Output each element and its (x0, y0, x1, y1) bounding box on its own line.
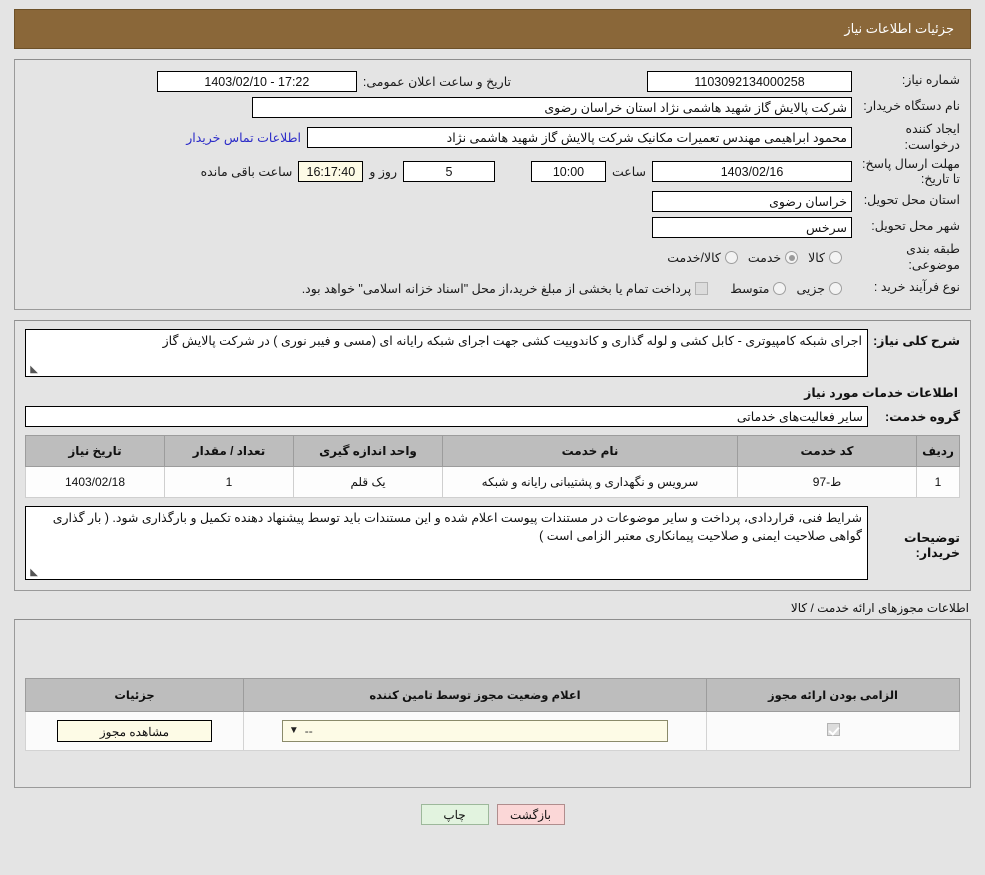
announce-label: تاریخ و ساعت اعلان عمومی: (362, 74, 511, 89)
col-permit-required: الزامی بودن ارائه مجوز (706, 678, 960, 713)
permits-header-row: الزامی بودن ارائه مجوز اعلام وضعیت مجوز … (25, 678, 960, 713)
cell-qty: 1 (164, 466, 294, 499)
window-title-bar: جزئیات اطلاعات نیاز (14, 9, 971, 49)
deadline-date-value: 1403/02/16 (652, 161, 852, 183)
resize-grip-icon[interactable]: ◣ (28, 365, 38, 375)
items-table: ردیف کد خدمت نام خدمت واحد اندازه گیری ت… (25, 435, 960, 499)
col-qty: تعداد / مقدار (164, 435, 294, 468)
buyer-org-value: شرکت پالایش گاز شهید هاشمی نژاد استان خر… (252, 96, 852, 118)
resize-grip-icon-notes[interactable]: ◣ (28, 568, 38, 578)
buyer-notes-value: شرایط فنی، قراردادی، پرداخت و سایر موضوع… (25, 506, 868, 581)
col-radif: ردیف (916, 435, 960, 468)
remaining-label: ساعت باقی مانده (200, 165, 293, 180)
radio-icon-kala-khedmat[interactable] (724, 251, 738, 265)
permit-status-select[interactable]: ▼ -- (281, 720, 669, 743)
row-city: شهر محل تحویل: سرخس (25, 216, 960, 238)
category-label: طبقه بندی موضوعی: (906, 242, 960, 272)
col-permit-details: جزئیات (25, 678, 244, 713)
cell-service-code: ط-97 (737, 466, 917, 499)
treasury-note-text: پرداخت تمام یا بخشی از مبلغ خرید،از محل … (301, 281, 692, 296)
buyer-org-label: نام دستگاه خریدار: (863, 99, 960, 114)
cell-unit: یک قلم (293, 466, 443, 499)
province-label: استان محل تحویل: (863, 193, 960, 208)
description-text: اجرای شبکه کامپیوتری - کابل کشی و لوله گ… (162, 334, 862, 349)
city-label: شهر محل تحویل: (871, 219, 960, 234)
cell-service-name: سرویس و نگهداری و پشتیبانی رایانه و شبکه (442, 466, 738, 499)
buyer-contact-link[interactable]: اطلاعات تماس خریدار (186, 130, 307, 145)
row-buyer-org: نام دستگاه خریدار: شرکت پالایش گاز شهید … (25, 96, 960, 118)
row-province: استان محل تحویل: خراسان رضوی (25, 190, 960, 212)
days-remaining-value: 5 (402, 161, 495, 183)
col-service-code: کد خدمت (737, 435, 917, 468)
col-permit-status: اعلام وضعیت مجوز توسط تامین کننده (243, 678, 707, 713)
view-permit-button[interactable]: مشاهده مجوز (57, 720, 212, 743)
process-label: نوع فرآیند خرید : (873, 280, 960, 295)
need-info-panel: شماره نیاز: 1103092134000258 تاریخ و ساع… (14, 59, 971, 311)
radio-icon-jozii[interactable] (829, 281, 842, 295)
row-need-number: شماره نیاز: 1103092134000258 تاریخ و ساع… (25, 70, 960, 92)
requester-value: محمود ابراهیمی مهندس تعمیرات مکانیک شرکت… (307, 127, 852, 149)
deadline-label: مهلت ارسال پاسخ: تا تاریخ: (862, 157, 960, 186)
chevron-down-icon: ▼ (288, 725, 299, 737)
description-value: اجرای شبکه کامپیوتری - کابل کشی و لوله گ… (25, 329, 868, 378)
description-label: شرح کلی نیاز: (873, 334, 960, 349)
footer-buttons: بازگشت چاپ (0, 804, 985, 826)
radio-label-motevasset: متوسط (730, 281, 770, 296)
table-row: 1 ط-97 سرویس و نگهداری و پشتیبانی رایانه… (25, 466, 960, 499)
print-button[interactable]: چاپ (420, 804, 489, 826)
radio-process-jozii[interactable]: جزیی (796, 281, 842, 296)
back-button[interactable]: بازگشت (496, 804, 565, 826)
radio-label-khedmat: خدمت (747, 251, 782, 266)
radio-icon-kala[interactable] (829, 251, 842, 265)
page-title: جزئیات اطلاعات نیاز (844, 21, 954, 36)
radio-label-jozii: جزیی (796, 281, 825, 296)
col-service-name: نام خدمت (442, 435, 738, 468)
radio-icon-khedmat[interactable] (785, 251, 799, 265)
description-panel: شرح کلی نیاز: اجرای شبکه کامپیوتری - کاب… (14, 320, 971, 592)
radio-label-kala-khedmat: کالا/خدمت (667, 251, 721, 266)
permits-table: الزامی بودن ارائه مجوز اعلام وضعیت مجوز … (25, 678, 960, 752)
cell-need-date: 1403/02/18 (25, 466, 165, 499)
col-unit: واحد اندازه گیری (293, 435, 443, 468)
need-number-value: 1103092134000258 (647, 70, 852, 92)
radio-icon-motevasset[interactable] (773, 281, 787, 295)
col-need-date: تاریخ نیاز (25, 435, 165, 468)
buyer-notes-label: توضیحات خریدار: (904, 531, 960, 561)
page-root: AriaTender.net جزئیات اطلاعات نیاز شماره… (0, 0, 985, 875)
cell-permit-required (706, 711, 960, 752)
province-value: خراسان رضوی (652, 190, 852, 212)
checkbox-treasury-docs[interactable]: پرداخت تمام یا بخشی از مبلغ خرید،از محل … (302, 281, 709, 296)
countdown-value: 16:17:40 (298, 161, 364, 183)
service-group-label: گروه خدمت: (884, 410, 960, 425)
services-section-heading: اطلاعات خدمات مورد نیاز (804, 386, 958, 401)
requester-label: ایجاد کننده درخواست: (904, 122, 960, 152)
table-row: ▼ -- مشاهده مجوز (25, 711, 960, 752)
items-table-header-row: ردیف کد خدمت نام خدمت واحد اندازه گیری ت… (25, 435, 960, 468)
buyer-notes-text: شرایط فنی، قراردادی، پرداخت و سایر موضوع… (52, 511, 862, 544)
radio-process-motevasset[interactable]: متوسط (730, 281, 787, 296)
days-label: روز و (369, 165, 397, 180)
radio-category-kala[interactable]: کالا (808, 250, 842, 265)
row-deadline: مهلت ارسال پاسخ: تا تاریخ: 1403/02/16 سا… (25, 157, 960, 186)
hour-label: ساعت (611, 165, 646, 180)
service-group-value: سایر فعالیت‌های خدماتی (25, 406, 868, 428)
radio-label-kala: کالا (808, 251, 825, 266)
need-number-label: شماره نیاز: (901, 73, 960, 88)
permits-section-heading: اطلاعات مجوزهای ارائه خدمت / کالا (790, 601, 969, 616)
row-process-type: نوع فرآیند خرید : جزیی متوسط پرداخت تمام… (25, 277, 960, 299)
cell-permit-status: ▼ -- (243, 711, 707, 752)
row-category: طبقه بندی موضوعی: کالا خدمت کالا/خدمت (25, 242, 960, 273)
row-requester: ایجاد کننده درخواست: محمود ابراهیمی مهند… (25, 122, 960, 153)
radio-category-kala-khedmat[interactable]: کالا/خدمت (667, 250, 738, 265)
deadline-time-value: 10:00 (530, 161, 606, 183)
permits-panel: الزامی بودن ارائه مجوز اعلام وضعیت مجوز … (14, 619, 971, 789)
cell-radif: 1 (916, 466, 960, 499)
city-value: سرخس (652, 216, 852, 238)
radio-category-khedmat[interactable]: خدمت (747, 250, 799, 266)
permit-status-value: -- (304, 724, 313, 739)
checkbox-icon-permit-required (826, 723, 840, 737)
announce-value: 1403/02/10 - 17:22 (156, 70, 357, 92)
checkbox-icon-treasury[interactable] (695, 281, 709, 295)
cell-permit-details: مشاهده مجوز (25, 711, 244, 752)
